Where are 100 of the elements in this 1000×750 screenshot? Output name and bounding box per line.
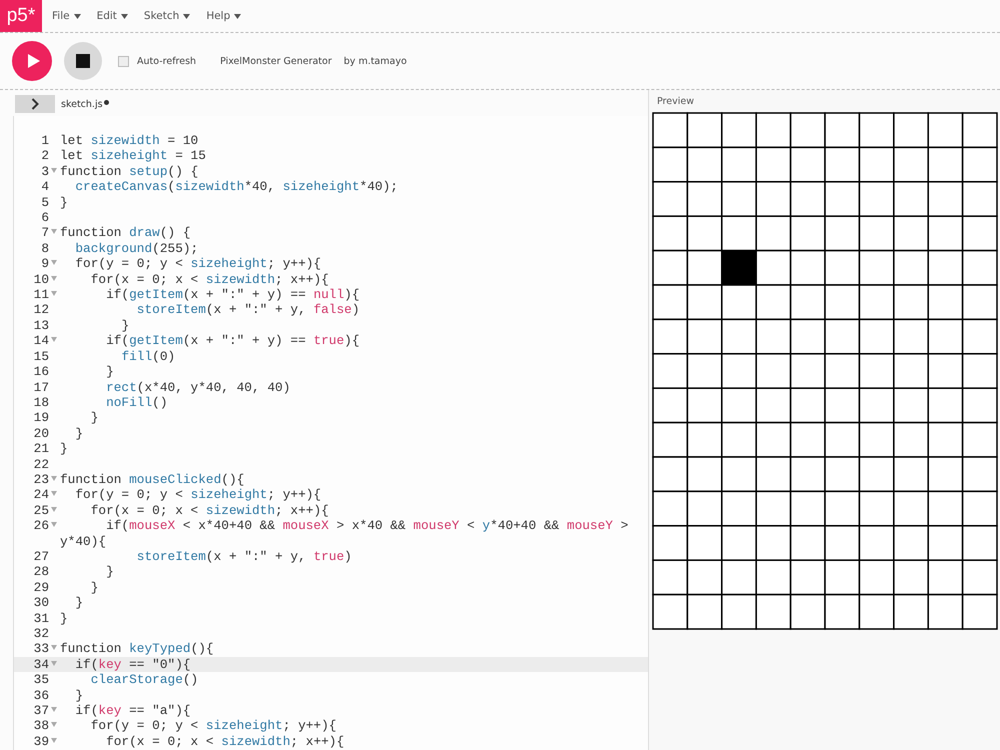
pixel-cell[interactable] [755,250,792,286]
pixel-cell[interactable] [686,422,723,458]
pixel-cell[interactable] [927,456,964,492]
pixel-cell[interactable] [927,387,964,424]
pixel-cell[interactable] [824,181,860,217]
pixel-cell[interactable] [824,284,860,320]
menu-item[interactable]: Sketch [138,10,196,22]
menu-item[interactable]: File [46,10,87,22]
pixel-cell[interactable] [652,422,688,458]
pixel-cell[interactable] [962,250,998,286]
pixel-cell[interactable] [686,284,723,320]
filled-pixel-cell[interactable] [721,250,757,286]
pixel-cell[interactable] [893,146,929,183]
pixel-cell[interactable] [652,215,688,252]
pixel-cell[interactable] [652,559,688,596]
pixel-cell[interactable] [652,456,688,492]
pixel-cell[interactable] [721,422,757,458]
menu-item[interactable]: Help [200,10,248,22]
pixel-cell[interactable] [858,456,895,492]
pixel-cell[interactable] [858,318,895,355]
pixel-cell[interactable] [824,318,860,355]
pixel-cell[interactable] [962,353,998,389]
pixel-cell[interactable] [652,112,688,148]
pixel-cell[interactable] [858,215,895,252]
pixel-cell[interactable] [652,490,688,527]
pixel-cell[interactable] [858,387,895,424]
pixel-cell[interactable] [962,146,998,183]
pixel-cell[interactable] [962,318,998,355]
pixel-cell[interactable] [686,318,723,355]
pixel-cell[interactable] [790,181,826,217]
pixel-cell[interactable] [721,559,757,596]
pixel-cell[interactable] [927,559,964,596]
pixel-cell[interactable] [893,559,929,596]
pixel-cell[interactable] [858,284,895,320]
pixel-cell[interactable] [824,525,860,561]
pixel-cell[interactable] [790,284,826,320]
pixel-cell[interactable] [652,146,688,183]
pixel-cell[interactable] [893,422,929,458]
pixel-cell[interactable] [790,525,826,561]
auto-refresh-checkbox[interactable] [118,56,129,66]
pixel-cell[interactable] [893,594,929,630]
pixel-cell[interactable] [652,284,688,320]
pixel-cell[interactable] [962,525,998,561]
pixel-cell[interactable] [824,594,860,630]
pixel-cell[interactable] [962,387,998,424]
pixel-cell[interactable] [824,387,860,424]
pixel-cell[interactable] [755,353,792,389]
pixel-cell[interactable] [858,490,895,527]
pixel-cell[interactable] [686,525,723,561]
pixel-cell[interactable] [893,318,929,355]
pixel-cell[interactable] [927,112,964,148]
pixel-cell[interactable] [790,318,826,355]
pixel-cell[interactable] [755,525,792,561]
pixel-cell[interactable] [652,318,688,355]
pixel-cell[interactable] [962,284,998,320]
pixel-cell[interactable] [652,250,688,286]
pixel-cell[interactable] [893,525,929,561]
pixel-cell[interactable] [824,215,860,252]
pixel-cell[interactable] [927,353,964,389]
pixel-cell[interactable] [927,525,964,561]
pixel-cell[interactable] [721,284,757,320]
pixel-cell[interactable] [858,594,895,630]
pixel-cell[interactable] [858,250,895,286]
pixel-cell[interactable] [686,215,723,252]
pixel-cell[interactable] [927,490,964,527]
pixel-cell[interactable] [893,215,929,252]
pixel-cell[interactable] [893,284,929,320]
pixel-cell[interactable] [927,250,964,286]
pixel-cell[interactable] [721,594,757,630]
pixel-cell[interactable] [686,353,723,389]
pixel-cell[interactable] [686,146,723,183]
pixel-cell[interactable] [893,353,929,389]
pixel-cell[interactable] [686,250,723,286]
pixel-cell[interactable] [927,146,964,183]
pixel-cell[interactable] [652,594,688,630]
pixel-cell[interactable] [755,456,792,492]
expand-button[interactable] [15,95,55,113]
pixel-cell[interactable] [962,422,998,458]
pixel-cell[interactable] [755,215,792,252]
pixel-cell[interactable] [790,146,826,183]
pixel-cell[interactable] [824,559,860,596]
pixel-cell[interactable] [962,112,998,148]
pixel-cell[interactable] [652,181,688,217]
pixel-cell[interactable] [755,490,792,527]
pixel-cell[interactable] [721,215,757,252]
pixel-cell[interactable] [721,525,757,561]
pixel-cell[interactable] [721,318,757,355]
pixel-cell[interactable] [824,250,860,286]
pixel-cell[interactable] [893,387,929,424]
pixel-cell[interactable] [652,387,688,424]
stop-button[interactable] [64,42,102,80]
pixel-cell[interactable] [858,181,895,217]
play-button[interactable] [12,41,52,81]
pixel-cell[interactable] [721,353,757,389]
pixel-cell[interactable] [858,525,895,561]
pixel-cell[interactable] [721,490,757,527]
pixel-cell[interactable] [755,594,792,630]
pixel-cell[interactable] [652,525,688,561]
pixel-cell[interactable] [721,181,757,217]
pixel-cell[interactable] [686,456,723,492]
